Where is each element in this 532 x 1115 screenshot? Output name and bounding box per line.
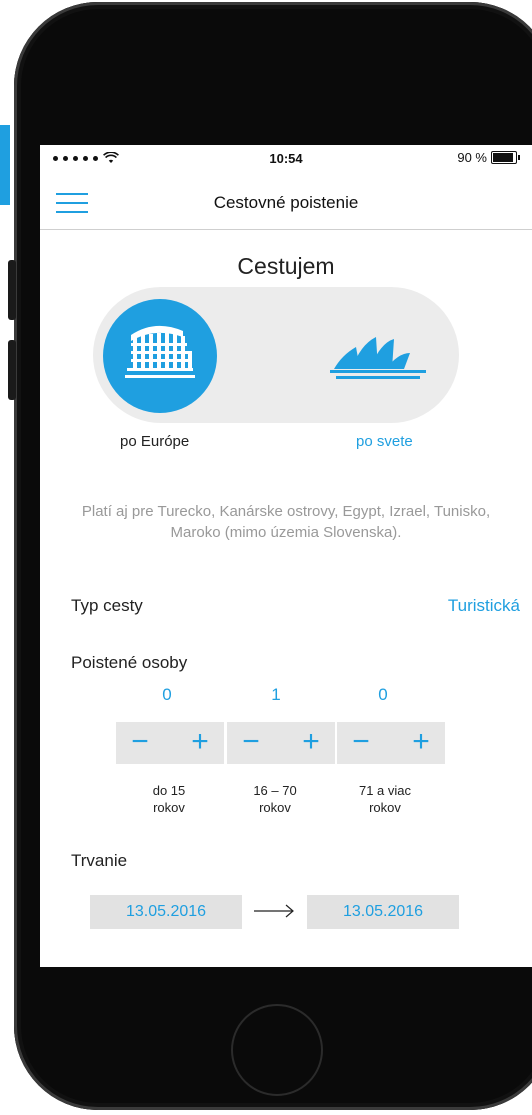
- end-date-field[interactable]: 13.05.2016: [307, 895, 459, 929]
- increment-senior-button[interactable]: +: [407, 727, 435, 757]
- increment-adult-button[interactable]: +: [297, 727, 325, 757]
- option-world-label[interactable]: po svete: [356, 433, 413, 450]
- app-screen: 10:54 90 % Cestovné poistenie Cestujem p…: [40, 145, 532, 967]
- battery-icon: [491, 151, 517, 164]
- toggle-knob-europe[interactable]: [103, 299, 217, 413]
- nav-bar: Cestovné poistenie: [40, 173, 532, 230]
- arrow-right-icon: [254, 904, 294, 918]
- count-adult: 1: [271, 685, 281, 704]
- age-senior-label: 71 a viac rokov: [358, 783, 412, 815]
- colosseum-icon: [125, 325, 195, 378]
- volume-up-button: [8, 260, 16, 320]
- stepper-child: − +: [116, 722, 224, 764]
- trip-type-label: Typ cesty: [71, 596, 143, 615]
- decrement-child-button[interactable]: −: [126, 727, 154, 757]
- decrement-adult-button[interactable]: −: [237, 727, 265, 757]
- coverage-note: Platí aj pre Turecko, Kanárske ostrovy, …: [81, 503, 491, 541]
- increment-child-button[interactable]: +: [186, 727, 214, 757]
- side-accent-tab: [0, 125, 10, 205]
- trip-type-value[interactable]: Turistická: [448, 596, 520, 616]
- age-child-label: do 15 rokov: [152, 783, 186, 815]
- trip-scope-toggle[interactable]: [93, 287, 459, 423]
- volume-down-button: [8, 340, 16, 400]
- sydney-opera-icon[interactable]: [328, 329, 428, 381]
- count-senior: 0: [378, 685, 388, 704]
- insured-persons-label: Poistené osoby: [71, 653, 188, 672]
- start-date-field[interactable]: 13.05.2016: [90, 895, 242, 929]
- age-adult-label: 16 – 70 rokov: [253, 783, 297, 815]
- stepper-senior: − +: [337, 722, 445, 764]
- battery-fill: [493, 153, 513, 162]
- duration-label: Trvanie: [71, 851, 128, 870]
- stepper-adult: − +: [227, 722, 335, 764]
- battery-status: 90 %: [457, 150, 520, 165]
- battery-percent: 90 %: [457, 150, 487, 165]
- status-bar: 10:54 90 %: [40, 145, 532, 173]
- count-child: 0: [162, 685, 172, 704]
- home-button: [231, 1004, 323, 1096]
- decrement-senior-button[interactable]: −: [347, 727, 375, 757]
- trip-scope-title: Cestujem: [237, 253, 335, 279]
- battery-tip: [518, 155, 520, 160]
- page-title: Cestovné poistenie: [213, 193, 359, 212]
- option-europe-label[interactable]: po Európe: [120, 433, 189, 450]
